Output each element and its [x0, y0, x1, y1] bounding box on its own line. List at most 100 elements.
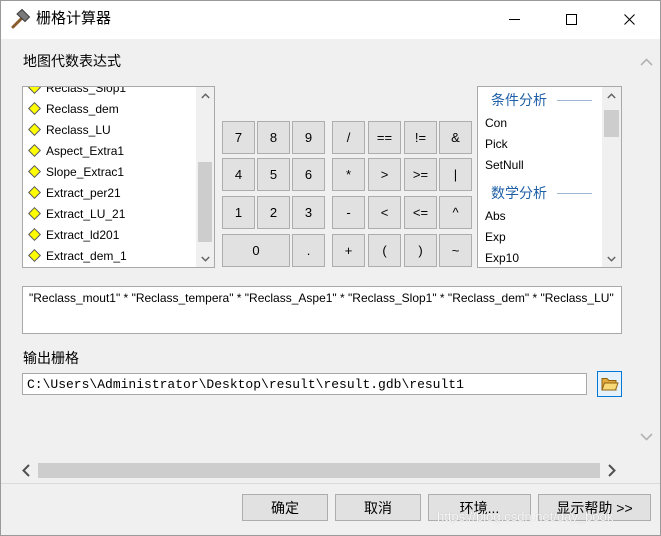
- output-raster-input[interactable]: [22, 373, 587, 395]
- key-not-equal[interactable]: !=: [404, 121, 437, 154]
- window-border: [0, 0, 661, 536]
- ok-button[interactable]: 确定: [242, 494, 328, 521]
- key-boolean-or[interactable]: |: [439, 158, 472, 191]
- layer-list-scroll-down[interactable]: [196, 250, 214, 267]
- layer-item[interactable]: Reclass_dem: [23, 98, 197, 119]
- panel-scroll-right[interactable]: [603, 461, 621, 480]
- key-less-equal[interactable]: <=: [404, 196, 437, 229]
- key-5[interactable]: 5: [257, 158, 290, 191]
- key-greater-than[interactable]: >: [368, 158, 401, 191]
- raster-layer-diamond-icon: [28, 249, 41, 262]
- function-item-setnull[interactable]: SetNull: [478, 155, 602, 176]
- raster-layer-diamond-icon: [28, 228, 41, 241]
- function-group-conditional: 条件分析 Con Pick SetNull: [478, 87, 602, 176]
- layer-item[interactable]: Extract_per21: [23, 182, 197, 203]
- layer-item-label: Reclass_LU: [46, 122, 111, 137]
- key-greater-equal[interactable]: >=: [404, 158, 437, 191]
- layer-item-label: Reclass_dem: [46, 101, 119, 116]
- panel-scroll-down[interactable]: [637, 419, 656, 455]
- key-open-paren[interactable]: (: [368, 234, 401, 267]
- function-group-title: 条件分析: [491, 92, 547, 108]
- output-raster-label: 输出栅格: [23, 350, 79, 366]
- environments-button[interactable]: 环境...: [428, 494, 531, 521]
- key-7[interactable]: 7: [222, 121, 255, 154]
- minimize-button[interactable]: [491, 0, 537, 38]
- function-item-exp[interactable]: Exp: [478, 227, 602, 248]
- raster-calculator-dialog: 栅格计算器 地图代数表达式 Reclass_Slop1 Reclass_dem …: [0, 0, 661, 536]
- function-item-exp10[interactable]: Exp10: [478, 248, 602, 267]
- key-less-than[interactable]: <: [368, 196, 401, 229]
- function-list-content: 条件分析 Con Pick SetNull 数学分析 Abs Exp Exp10: [478, 87, 602, 267]
- layer-item[interactable]: Extract_LU_21: [23, 203, 197, 224]
- function-group-title: 数学分析: [491, 185, 547, 201]
- key-6[interactable]: 6: [292, 158, 325, 191]
- expression-label: 地图代数表达式: [23, 53, 121, 69]
- maximize-button[interactable]: [548, 0, 594, 38]
- key-9[interactable]: 9: [292, 121, 325, 154]
- key-divide[interactable]: /: [332, 121, 365, 154]
- key-4[interactable]: 4: [222, 158, 255, 191]
- expression-textbox[interactable]: "Reclass_mout1" * "Reclass_tempera" * "R…: [22, 286, 622, 334]
- layer-item-label: Extract_dem_1: [46, 248, 127, 263]
- raster-layer-diamond-icon: [28, 102, 41, 115]
- header-rule: [557, 99, 592, 101]
- key-2[interactable]: 2: [257, 196, 290, 229]
- raster-layer-diamond-icon: [28, 207, 41, 220]
- chevron-down-icon: [607, 256, 616, 262]
- key-boolean-not[interactable]: ~: [439, 234, 472, 267]
- key-plus[interactable]: +: [332, 234, 365, 267]
- chevron-right-icon: [608, 464, 616, 477]
- function-list-scroll-up[interactable]: [602, 87, 621, 104]
- layer-item-label: Extract_per21: [46, 185, 121, 200]
- layer-item[interactable]: Extract_dem_1: [23, 245, 197, 266]
- hammer-icon: [11, 8, 31, 29]
- layer-list-scroll-thumb[interactable]: [198, 162, 212, 242]
- key-minus[interactable]: -: [332, 196, 365, 229]
- key-multiply[interactable]: *: [332, 158, 365, 191]
- close-icon: [623, 13, 635, 25]
- function-list-scrollbar[interactable]: [602, 87, 621, 267]
- layer-item[interactable]: Extract_ld201: [23, 224, 197, 245]
- raster-layer-diamond-icon: [28, 186, 41, 199]
- open-folder-icon: [600, 378, 619, 391]
- panel-scroll-thumb[interactable]: [38, 463, 600, 478]
- key-0[interactable]: 0: [222, 234, 290, 267]
- key-3[interactable]: 3: [292, 196, 325, 229]
- raster-layer-diamond-icon: [28, 144, 41, 157]
- browse-output-button[interactable]: [597, 371, 622, 397]
- raster-layer-diamond-icon: [28, 87, 41, 94]
- key-8[interactable]: 8: [257, 121, 290, 154]
- chevron-left-icon: [22, 464, 30, 477]
- title-bar[interactable]: 栅格计算器: [0, 0, 661, 39]
- layer-item[interactable]: Aspect_Extra1: [23, 140, 197, 161]
- panel-scroll-left[interactable]: [17, 461, 35, 480]
- layer-item[interactable]: Reclass_LU: [23, 119, 197, 140]
- panel-horizontal-scrollbar[interactable]: [17, 461, 629, 480]
- key-1[interactable]: 1: [222, 196, 255, 229]
- function-item-abs[interactable]: Abs: [478, 206, 602, 227]
- layer-list[interactable]: Reclass_Slop1 Reclass_dem Reclass_LU Asp…: [22, 86, 215, 268]
- function-item-pick[interactable]: Pick: [478, 134, 602, 155]
- layer-item[interactable]: Reclass_Slop1: [23, 86, 197, 98]
- function-list[interactable]: 条件分析 Con Pick SetNull 数学分析 Abs Exp Exp10: [477, 86, 622, 268]
- cancel-button[interactable]: 取消: [335, 494, 421, 521]
- close-button[interactable]: [606, 0, 652, 38]
- key-boolean-xor[interactable]: ^: [439, 196, 472, 229]
- header-rule: [557, 192, 592, 194]
- function-group-header: 数学分析: [478, 180, 602, 206]
- layer-item[interactable]: Slope_Extrac1: [23, 161, 197, 182]
- function-list-scroll-thumb[interactable]: [604, 110, 619, 137]
- show-help-button[interactable]: 显示帮助 >>: [538, 494, 651, 521]
- layer-list-scroll-up[interactable]: [196, 87, 214, 104]
- key-decimal[interactable]: .: [292, 234, 325, 267]
- function-group-header: 条件分析: [478, 87, 602, 113]
- layer-list-scrollbar[interactable]: [196, 87, 214, 267]
- key-boolean-and[interactable]: &: [439, 121, 472, 154]
- layer-item-label: Reclass_Slop1: [46, 86, 127, 95]
- panel-vertical-scrollbar[interactable]: [637, 45, 656, 455]
- function-list-scroll-down[interactable]: [602, 250, 621, 267]
- key-equal-to[interactable]: ==: [368, 121, 401, 154]
- key-close-paren[interactable]: ): [404, 234, 437, 267]
- panel-scroll-up[interactable]: [637, 45, 656, 79]
- function-item-con[interactable]: Con: [478, 113, 602, 134]
